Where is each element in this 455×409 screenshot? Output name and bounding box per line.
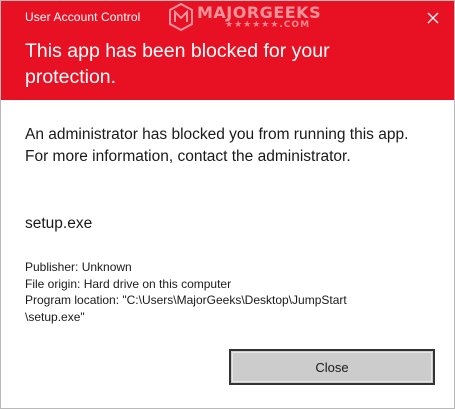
file-origin-text: File origin: Hard drive on this computer [25,276,232,291]
publisher-text: Publisher: Unknown [25,260,132,274]
close-icon [427,12,439,24]
close-button-label: Close [315,359,349,375]
watermark-text: MAJORGEEKS [197,3,322,22]
uac-dialog: User Account Control MAJORGEEKS ★★★★★★.C… [0,0,455,409]
window-close-button[interactable] [419,5,447,31]
watermark-logo-icon [169,2,193,32]
app-details: Publisher: Unknown File origin: Hard dri… [25,259,445,325]
watermark-subtext: ★★★★★★.COM [225,20,311,30]
majorgeeks-watermark: MAJORGEEKS ★★★★★★.COM [167,2,327,36]
close-button[interactable]: Close [229,349,435,385]
admin-message: An administrator has blocked you from ru… [25,126,409,165]
program-location-text: Program location: "C:\Users\MajorGeeks\D… [25,293,347,307]
blocked-headline: This app has been blocked for your prote… [25,40,330,88]
program-location-text-cont: \setup.exe" [25,309,85,324]
window-title: User Account Control [25,10,141,24]
app-name: setup.exe [25,215,93,232]
dialog-header: User Account Control MAJORGEEKS ★★★★★★.C… [1,1,454,100]
